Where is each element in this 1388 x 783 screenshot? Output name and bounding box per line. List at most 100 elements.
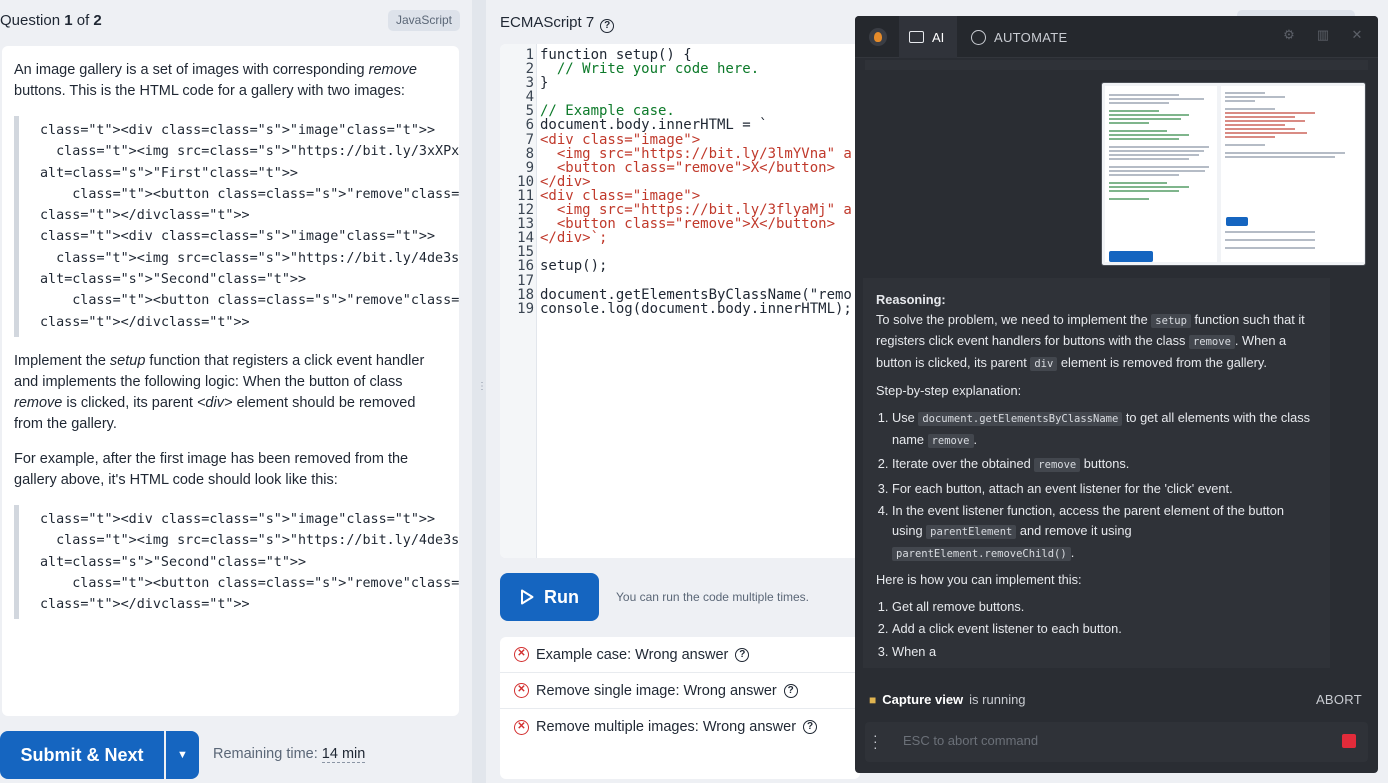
tab-ai[interactable]: AI: [899, 16, 957, 58]
line-number-gutter: 1 2 3 4 5 6 7 8 9 10 11 12 13 14 15 16 1…: [500, 44, 537, 558]
help-circle-icon[interactable]: ?: [600, 19, 615, 33]
sidebar-icon[interactable]: ▥: [1316, 28, 1330, 42]
test-result-row[interactable]: ✕ Example case: Wrong answer ?: [500, 637, 860, 673]
command-input[interactable]: ESC to abort command: [903, 733, 1038, 748]
text: buttons. This is the HTML code for a gal…: [14, 83, 405, 99]
impl-item: Get all remove buttons.: [892, 597, 1317, 617]
question-pane: Question 1 of 2 JavaScript An image gall…: [0, 0, 470, 783]
question-label: Question: [0, 12, 61, 29]
close-icon[interactable]: ✕: [1350, 28, 1364, 42]
question-paragraph-3: For example, after the first image has b…: [14, 450, 409, 488]
editor-language: ECMAScript 7: [500, 14, 595, 31]
text: To solve the problem, we need to impleme…: [876, 311, 1152, 327]
code-example-2-text: class="t"><div class=class="s">"image"cl…: [40, 511, 459, 613]
text: .: [973, 431, 978, 447]
text: and remove it using: [1016, 522, 1132, 538]
test-result-row[interactable]: ✕ Remove single image: Wrong answer ?: [500, 673, 860, 709]
test-status: Wrong answer: [683, 682, 777, 699]
app-logo-icon: [869, 28, 887, 46]
thumbnail-submit-button: [1109, 251, 1153, 262]
colon: :: [627, 646, 636, 663]
drag-handle-icon[interactable]: ⋮: [477, 382, 487, 392]
question-paragraph-2: Implement the setup function that regist…: [14, 351, 447, 435]
thumbnail-run-button: [1226, 217, 1248, 226]
run-label: Run: [544, 586, 579, 607]
step-item: In the event listener function, access t…: [892, 501, 1317, 564]
tab-automate[interactable]: AUTOMATE: [971, 16, 1067, 58]
text: Iterate over the obtained: [892, 456, 1035, 472]
abort-button[interactable]: ABORT: [1316, 692, 1362, 707]
text: buttons.: [1080, 456, 1130, 472]
code-area[interactable]: function setup() { // Write your code he…: [540, 48, 852, 316]
captured-screen-thumbnail[interactable]: [1101, 82, 1366, 266]
test-status: Wrong answer: [635, 646, 729, 663]
emphasis-remove: remove: [14, 394, 63, 411]
chat-icon: [909, 31, 924, 43]
text: element is removed from the gallery.: [1057, 354, 1267, 370]
remaining-time-value: 14 min: [321, 746, 366, 763]
inline-code: remove: [1188, 335, 1235, 350]
capture-status-text: is running: [969, 692, 1026, 707]
test-results: ✕ Example case: Wrong answer ? ✕ Remove …: [500, 637, 860, 779]
question-card: An image gallery is a set of images with…: [2, 46, 459, 716]
test-status: Wrong answer: [702, 719, 797, 735]
help-circle-icon[interactable]: ?: [783, 683, 798, 698]
emphasis-setup: setup: [109, 352, 146, 369]
run-button[interactable]: Run: [500, 573, 599, 621]
inline-code: parentElement.removeChild(): [892, 546, 1071, 561]
capture-status-name: Capture view: [882, 692, 964, 707]
text: Use: [892, 409, 919, 425]
command-bar[interactable]: · · · ESC to abort command: [865, 722, 1368, 762]
inline-code: parentElement: [926, 524, 1017, 539]
chevron-down-icon: ▼: [177, 749, 188, 761]
impl-heading: Here is how you can implement this:: [876, 572, 1082, 588]
colon: :: [675, 682, 684, 699]
code-example-1: class="t"><div class=class="s">"image"cl…: [14, 116, 459, 337]
x-circle-icon: ✕: [514, 719, 529, 735]
capture-status: ■ Capture view is running: [869, 692, 1026, 707]
code-text[interactable]: function setup() { // Write your code he…: [540, 48, 852, 316]
steps-heading: Step-by-step explanation:: [876, 383, 1022, 399]
emphasis-remove: remove: [368, 62, 417, 78]
question-total: 2: [93, 12, 102, 29]
text: Implement the: [14, 352, 110, 369]
thumbnail-question-pane: [1105, 86, 1217, 262]
steps-list: Use document.getElementsByClassName to g…: [876, 408, 1317, 564]
text: .: [1070, 544, 1075, 560]
code-example-1-text: class="t"><div class=class="s">"image"cl…: [40, 123, 459, 330]
inline-code: remove: [1034, 458, 1081, 473]
submit-area: Submit & Next ▼ Remaining time: 14 min: [0, 731, 470, 779]
help-circle-icon[interactable]: ?: [735, 647, 750, 662]
submit-next-button[interactable]: Submit & Next: [0, 731, 164, 779]
x-circle-icon: ✕: [514, 647, 529, 662]
text: An image gallery is a set of images with…: [14, 62, 369, 78]
colon: :: [694, 719, 703, 735]
language-badge: JavaScript: [387, 10, 460, 31]
stop-icon[interactable]: [1342, 734, 1356, 748]
text: is clicked, its parent: [62, 394, 197, 411]
inline-code: div: [1030, 356, 1058, 371]
settings-icon[interactable]: ⚙: [1282, 28, 1296, 42]
step-item: For each button, attach an event listene…: [892, 479, 1317, 499]
code-editor[interactable]: 1 2 3 4 5 6 7 8 9 10 11 12 13 14 15 16 1…: [500, 44, 860, 558]
run-hint: You can run the code multiple times.: [616, 590, 810, 604]
help-circle-icon[interactable]: ?: [803, 720, 818, 734]
kebab-menu-icon[interactable]: · · ·: [873, 728, 878, 754]
remaining-time: Remaining time: 14 min: [213, 746, 366, 763]
question-title: Question 1 of 2: [0, 12, 102, 29]
inline-code: document.getElementsByClassName: [918, 411, 1123, 426]
submit-options-button[interactable]: ▼: [166, 731, 199, 779]
step-item: Use document.getElementsByClassName to g…: [892, 408, 1317, 451]
line-numbers: 1 2 3 4 5 6 7 8 9 10 11 12 13 14 15 16 1…: [517, 47, 534, 317]
x-circle-icon: ✕: [514, 683, 529, 698]
code-example-2: class="t"><div class=class="s">"image"cl…: [14, 504, 459, 620]
thumbnail-editor-pane: [1221, 86, 1364, 262]
question-index: 1: [64, 12, 73, 29]
test-name: Example case: [536, 646, 628, 663]
tab-automate-label: AUTOMATE: [994, 29, 1068, 45]
tab-ai-label: AI: [932, 29, 945, 45]
camera-icon: ■: [869, 692, 877, 707]
test-result-row[interactable]: ✕ Remove multiple images: Wrong answer ?: [500, 709, 860, 745]
assistant-response: Reasoning: To solve the problem, we need…: [863, 278, 1330, 668]
remaining-time-label: Remaining time:: [213, 746, 318, 762]
